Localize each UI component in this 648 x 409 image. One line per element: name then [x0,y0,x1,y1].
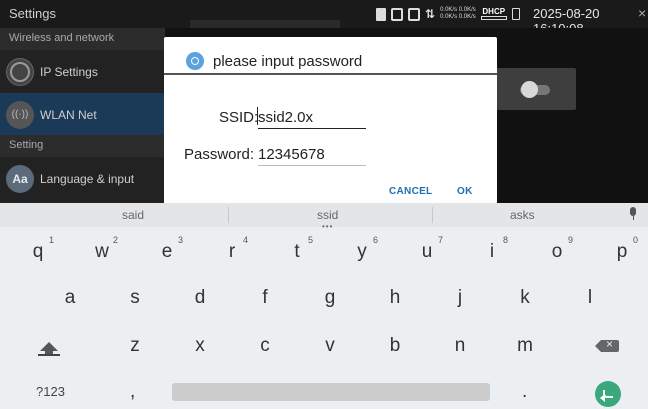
status-bar: Settings ⇅ 0.0K/s 0.0K/s 0.0K/s 0.0K/s D… [0,0,648,36]
wifi-icon: ((·)) [6,100,34,129]
enter-key[interactable] [595,381,621,407]
dhcp-icon: DHCP [480,7,507,20]
backspace-icon [595,337,619,352]
net-speed: 0.0K/s 0.0K/s 0.0K/s 0.0K/s [440,7,476,21]
net-speed-down: 0.0K/s 0.0K/s [440,14,476,20]
dialog-title: please input password [213,53,363,70]
key-q[interactable]: q1 [18,232,58,272]
key-r[interactable]: r4 [212,232,252,272]
suggestion-item[interactable]: asks [510,208,535,222]
text-cursor [257,107,258,125]
sd-card-icon [376,7,386,21]
shift-underline [38,354,60,356]
close-icon[interactable]: × [638,5,646,21]
key-p[interactable]: p0 [602,232,642,272]
ssid-field[interactable]: ssid2.0x [258,109,313,126]
microphone-icon[interactable] [629,207,637,221]
password-underline [258,165,366,166]
key-j[interactable]: j [440,278,480,318]
key-w[interactable]: w2 [82,232,122,272]
key-x[interactable]: x [180,326,220,366]
app-title: Settings [9,6,56,21]
suggestion-item[interactable]: ssid [317,208,338,222]
shift-key[interactable] [29,326,69,366]
enter-icon [600,390,613,402]
settings-item-label: IP Settings [40,64,98,79]
key-y[interactable]: y6 [342,232,382,272]
password-field[interactable]: 12345678 [258,146,325,163]
suggestion-strip: said ssid ••• asks [0,203,648,231]
dialog-divider [164,73,497,75]
settings-item-ip[interactable]: IP Settings [0,50,165,93]
section-header-setting: Setting [0,135,165,157]
period-key[interactable]: . [522,381,527,403]
status-icons: ⇅ 0.0K/s 0.0K/s 0.0K/s 0.0K/s DHCP [376,6,520,22]
globe-icon [6,57,34,86]
data-transfer-icon: ⇅ [425,7,436,21]
key-l[interactable]: l [570,278,610,318]
symbols-key[interactable]: ?123 [36,384,65,399]
key-n[interactable]: n [440,326,480,366]
language-icon: Aa [6,164,34,193]
battery-icon [511,8,520,20]
comma-key[interactable]: , [130,381,135,403]
dhcp-label: DHCP [482,7,506,16]
ssid-label: SSID: [219,109,259,126]
key-v[interactable]: v [310,326,350,366]
key-i[interactable]: i8 [472,232,512,272]
ssid-underline [258,128,366,129]
suggestion-item[interactable]: said [122,208,144,222]
space-bar[interactable] [172,383,490,401]
key-d[interactable]: d [180,278,220,318]
settings-list: Wireless and network IP Settings ((·)) W… [0,28,165,203]
password-label: Password: [184,146,255,163]
key-o[interactable]: o9 [537,232,577,272]
toggle-thumb[interactable] [521,81,538,98]
key-b[interactable]: b [375,326,415,366]
key-f[interactable]: f [245,278,285,318]
key-h[interactable]: h [375,278,415,318]
wifi-icon [186,52,204,70]
more-suggestions-icon[interactable]: ••• [322,222,333,231]
ok-button[interactable]: OK [457,186,473,197]
key-g[interactable]: g [310,278,350,318]
key-e[interactable]: e3 [147,232,187,272]
password-dialog: please input password SSID: ssid2.0x Pas… [164,37,497,204]
backspace-key[interactable] [590,326,630,366]
key-c[interactable]: c [245,326,285,366]
key-z[interactable]: z [115,326,155,366]
cancel-button[interactable]: CANCEL [389,186,432,197]
key-k[interactable]: k [505,278,545,318]
key-s[interactable]: s [115,278,155,318]
screenshot-icon [391,7,403,21]
key-m[interactable]: m [505,326,545,366]
section-header-wireless: Wireless and network [0,28,165,50]
wlan-toggle-card [495,68,576,110]
net-speed-up: 0.0K/s 0.0K/s [440,7,476,13]
key-u[interactable]: u7 [407,232,447,272]
settings-item-wlan[interactable]: ((·)) WLAN Net [0,93,165,136]
shift-icon [40,341,58,356]
settings-item-label: WLAN Net [40,107,97,122]
settings-item-language[interactable]: Aa Language & input [0,157,165,200]
key-a[interactable]: a [50,278,90,318]
status-bar-strip [190,20,340,28]
key-t[interactable]: t5 [277,232,317,272]
settings-item-label: Language & input [40,171,135,186]
storage-icon [408,7,420,21]
